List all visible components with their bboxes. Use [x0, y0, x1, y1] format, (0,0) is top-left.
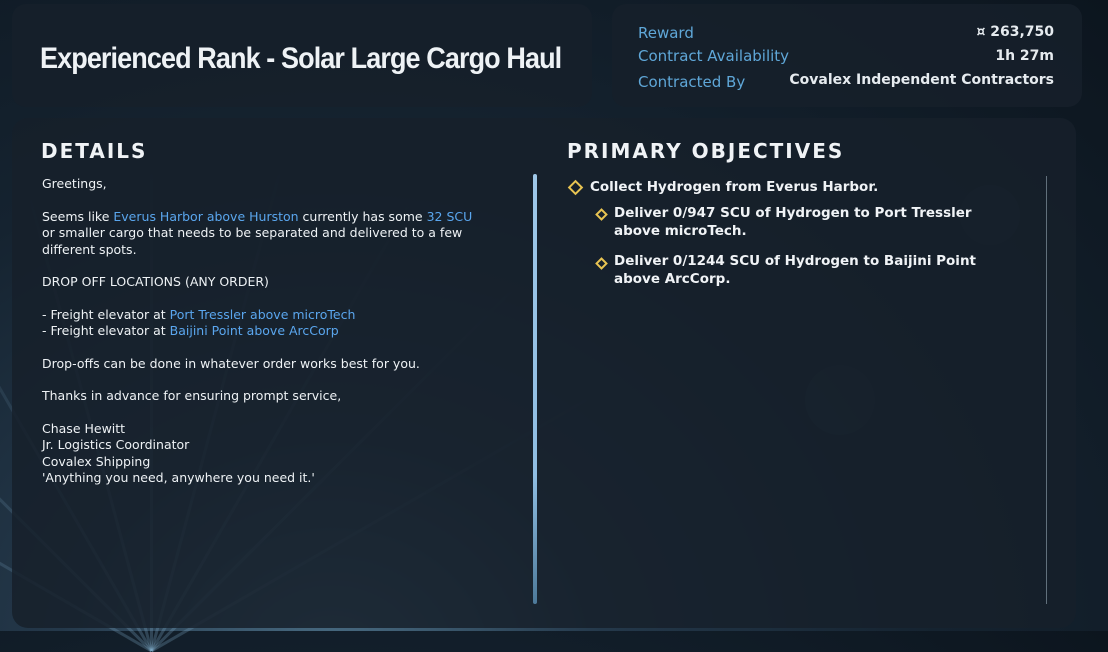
dropoff-location-1: Port Tressler above microTech [169, 306, 356, 322]
subobjective-1: Deliver 0/947 SCU of Hydrogen to Port Tr… [614, 205, 972, 239]
objectives-scroll-track [1046, 176, 1047, 604]
subobjective-diamond-icon [595, 208, 608, 221]
contract-info-panel: Reward ¤ 263,750 Contract Availability 1… [612, 4, 1082, 107]
details-body[interactable]: Greetings, Seems like Everus Harbor abov… [42, 176, 482, 503]
subobjective-2: Deliver 0/1244 SCU of Hydrogen to Baijin… [614, 253, 977, 287]
location-link: Everus Harbor above Hurston [113, 208, 299, 224]
contracted-by-label: Contracted By [638, 73, 746, 91]
dropoff-heading: DROP OFF LOCATIONS (ANY ORDER) [42, 274, 269, 289]
signature-motto: 'Anything you need, anywhere you need it… [42, 470, 315, 485]
page-title: Experienced Rank - Solar Large Cargo Hau… [40, 42, 562, 75]
dropoff-location-2: Baijini Point above ArcCorp [169, 323, 339, 338]
objectives-heading: PRIMARY OBJECTIVES [567, 139, 845, 163]
signature-company: Covalex Shipping [42, 453, 151, 469]
thanks-text: Thanks in advance for ensuring prompt se… [42, 388, 342, 403]
details-heading: DETAILS [41, 139, 148, 163]
reward-label: Reward [638, 24, 694, 42]
dropoff-list: - Freight elevator at Port Tressler abov… [42, 306, 356, 339]
scu-highlight: 32 SCU [426, 208, 473, 224]
signature: Chase Hewitt Jr. Logistics Coordinator C… [42, 421, 482, 487]
signature-name: Chase Hewitt [42, 420, 126, 436]
details-scrollbar[interactable] [533, 174, 537, 604]
main-panel: DETAILS Greetings, Seems like Everus Har… [12, 118, 1076, 628]
order-text: Drop-offs can be done in whatever order … [42, 355, 420, 371]
reward-value: ¤ 263,750 [976, 24, 1054, 40]
contracted-by-value: Covalex Independent Contractors [789, 72, 1054, 88]
objective-main: Collect Hydrogen from Everus Harbor. [590, 179, 879, 195]
title-panel: Experienced Rank - Solar Large Cargo Hau… [12, 4, 592, 107]
signature-title: Jr. Logistics Coordinator [42, 437, 190, 452]
availability-label: Contract Availability [638, 47, 790, 65]
greeting-text: Greetings, [42, 176, 107, 191]
availability-value: 1h 27m [995, 48, 1054, 64]
subobjective-diamond-icon [595, 257, 608, 270]
objective-diamond-icon [567, 179, 584, 196]
details-paragraph: Seems like Everus Harbor above Hurston c… [42, 208, 473, 257]
